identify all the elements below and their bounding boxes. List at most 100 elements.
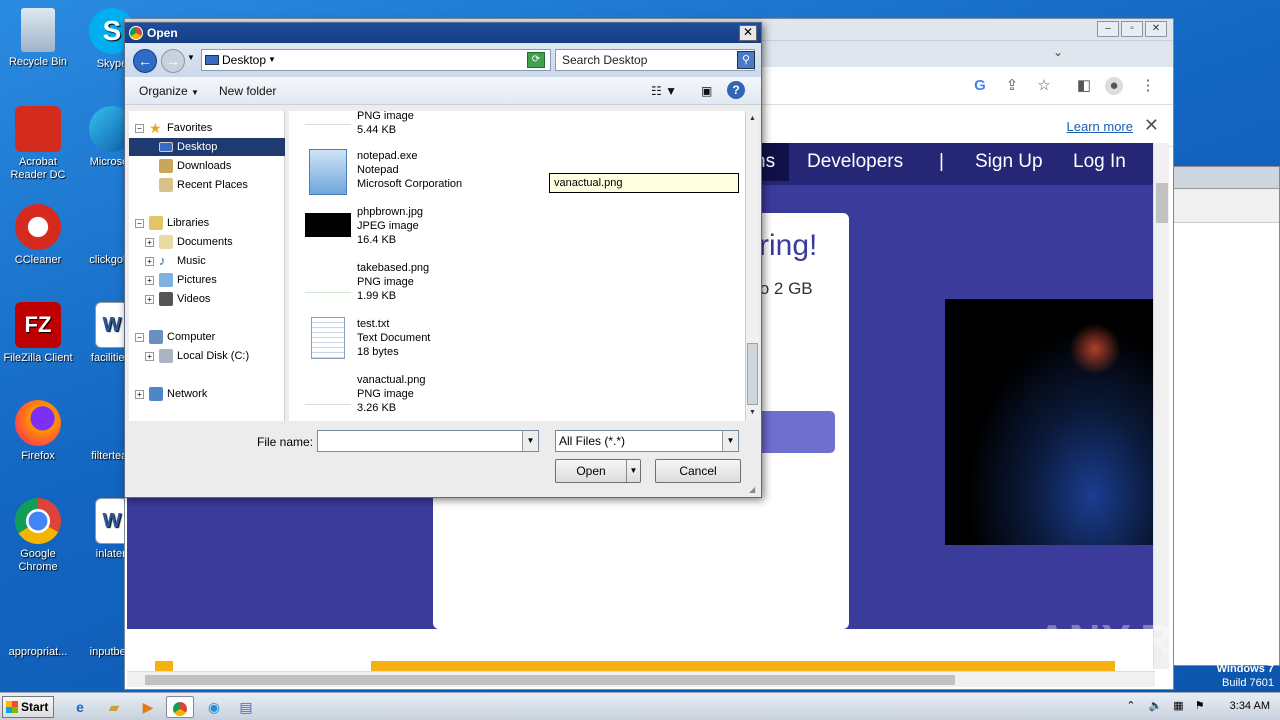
flag-tray-icon[interactable]: ⚑ bbox=[1195, 700, 1205, 712]
nav-downloads[interactable]: Downloads bbox=[129, 157, 285, 175]
media-player-icon[interactable]: ▶ bbox=[134, 696, 162, 718]
back-arrow-icon[interactable]: ← bbox=[133, 49, 157, 73]
bookmark-star-icon[interactable]: ☆ bbox=[1035, 77, 1053, 95]
scrollbar-thumb[interactable] bbox=[145, 675, 955, 685]
expand-icon[interactable]: + bbox=[145, 352, 154, 361]
minimize-icon[interactable]: – bbox=[1097, 21, 1119, 37]
profile-icon[interactable]: ● bbox=[1105, 77, 1123, 95]
nav-pictures[interactable]: + Pictures bbox=[129, 271, 285, 289]
expand-icon[interactable]: + bbox=[145, 276, 154, 285]
forward-arrow-icon[interactable]: → bbox=[161, 49, 185, 73]
search-input[interactable]: Search Desktop bbox=[555, 49, 755, 71]
page-horizontal-scrollbar[interactable] bbox=[127, 671, 1155, 687]
path-box[interactable]: Desktop ▼ ▼ bbox=[201, 49, 551, 71]
desktop-icon-firefox[interactable]: Firefox bbox=[0, 400, 76, 463]
nav-favorites[interactable]: − ★ Favorites bbox=[129, 119, 285, 137]
edge-taskbar-icon[interactable]: ◉ bbox=[200, 696, 228, 718]
nav-label: Videos bbox=[177, 293, 211, 305]
desktop-icon-appropriat[interactable]: appropriat... bbox=[0, 596, 76, 659]
refresh-icon[interactable]: ⟳ bbox=[527, 52, 545, 68]
scroll-up-icon[interactable]: ▲ bbox=[747, 113, 758, 125]
file-name-input[interactable]: ▼ bbox=[317, 430, 539, 452]
file-item[interactable]: takebased.png PNG image 1.99 KB bbox=[305, 261, 605, 315]
file-item[interactable]: vanactual.png PNG image 3.26 KB bbox=[305, 373, 605, 427]
google-icon[interactable]: G bbox=[971, 77, 989, 95]
new-folder-button[interactable]: New folder bbox=[219, 84, 276, 98]
nav-videos[interactable]: + Videos bbox=[129, 290, 285, 308]
nav-local-disk[interactable]: + Local Disk (C:) bbox=[129, 347, 285, 365]
file-type-value: All Files (*.*) bbox=[559, 434, 626, 448]
file-name: phpbrown.jpg bbox=[357, 206, 424, 218]
desktop-icon-ccleaner[interactable]: CCleaner bbox=[0, 204, 76, 267]
expand-icon[interactable]: + bbox=[145, 295, 154, 304]
history-dropdown-icon[interactable]: ▼ bbox=[187, 53, 195, 62]
ie-icon[interactable]: e bbox=[66, 696, 94, 718]
nav-libraries[interactable]: − Libraries bbox=[129, 214, 285, 232]
scrollbar-thumb[interactable] bbox=[1156, 183, 1168, 223]
rename-input[interactable]: vanactual.png bbox=[549, 173, 739, 193]
tray-expand-icon[interactable]: ⌃ bbox=[1126, 700, 1135, 712]
chevron-down-icon[interactable]: ▼ bbox=[722, 431, 738, 451]
explorer-icon[interactable]: ▰ bbox=[100, 696, 128, 718]
expand-icon[interactable]: + bbox=[145, 257, 154, 266]
chevron-down-icon[interactable]: ▼ bbox=[522, 431, 538, 451]
desktop-folder-icon bbox=[205, 55, 219, 65]
resize-grip-icon[interactable]: ◢ bbox=[749, 485, 759, 495]
file-item[interactable]: phpbrown.jpg JPEG image 16.4 KB bbox=[305, 205, 605, 259]
search-icon[interactable]: ⚲ bbox=[737, 51, 755, 69]
expand-icon[interactable]: + bbox=[135, 390, 144, 399]
file-item[interactable]: PNG image 5.44 KB bbox=[305, 101, 605, 155]
help-icon[interactable]: ? bbox=[727, 81, 745, 99]
nav-desktop[interactable]: Desktop bbox=[129, 138, 285, 156]
desktop-icon-acrobat[interactable]: Acrobat Reader DC bbox=[0, 106, 76, 182]
scroll-down-icon[interactable]: ▼ bbox=[747, 407, 758, 419]
open-dropdown-icon[interactable]: ▼ bbox=[626, 460, 640, 482]
close-icon[interactable]: ✕ bbox=[1144, 115, 1159, 136]
open-button[interactable]: Open ▼ bbox=[555, 459, 641, 483]
close-icon[interactable]: ✕ bbox=[1145, 21, 1167, 37]
nav-recent-places[interactable]: Recent Places bbox=[129, 176, 285, 194]
file-item[interactable]: test.txt Text Document 18 bytes bbox=[305, 317, 605, 371]
desktop-icon-label: appropriat... bbox=[8, 646, 68, 658]
nav-network[interactable]: + Network bbox=[129, 385, 285, 403]
learn-more-link[interactable]: Learn more bbox=[1067, 119, 1133, 134]
desktop-icon-chrome[interactable]: Google Chrome bbox=[0, 498, 76, 574]
nav-link-login[interactable]: Log In bbox=[1073, 151, 1126, 173]
nav-link-signup[interactable]: Sign Up bbox=[975, 151, 1043, 173]
expand-icon[interactable]: + bbox=[145, 238, 154, 247]
side-panel-icon[interactable]: ◧ bbox=[1075, 77, 1093, 95]
collapse-icon[interactable]: − bbox=[135, 124, 144, 133]
file-list-scrollbar[interactable]: ▲ ▼ bbox=[745, 111, 759, 421]
nav-link-developers[interactable]: Developers bbox=[807, 151, 903, 173]
chrome-icon bbox=[129, 26, 143, 40]
dialog-taskbar-icon[interactable]: ▤ bbox=[232, 696, 260, 718]
nav-documents[interactable]: + Documents bbox=[129, 233, 285, 251]
scrollbar-thumb[interactable] bbox=[747, 343, 758, 405]
clock[interactable]: 3:34 AM bbox=[1230, 700, 1270, 712]
collapse-icon[interactable]: − bbox=[135, 333, 144, 342]
volume-icon[interactable]: 🔈 bbox=[1148, 700, 1162, 712]
chrome-taskbar-icon[interactable] bbox=[166, 696, 194, 718]
share-icon[interactable]: ⇪ bbox=[1003, 77, 1021, 95]
desktop-icon-recycle-bin[interactable]: Recycle Bin bbox=[0, 8, 76, 69]
desktop-icon-label: CCleaner bbox=[14, 254, 62, 266]
network-tray-icon[interactable]: ▦ bbox=[1173, 700, 1183, 712]
start-button[interactable]: Start bbox=[2, 696, 54, 718]
png-thumbnail-icon bbox=[305, 269, 351, 293]
file-type-select[interactable]: All Files (*.*) ▼ bbox=[555, 430, 739, 452]
organize-button[interactable]: Organize ▼ bbox=[139, 84, 199, 98]
cancel-button[interactable]: Cancel bbox=[655, 459, 741, 483]
nav-computer[interactable]: − Computer bbox=[129, 328, 285, 346]
tab-search-chevron-icon[interactable]: ⌄ bbox=[1053, 45, 1063, 59]
search-placeholder: Search Desktop bbox=[562, 53, 648, 67]
collapse-icon[interactable]: − bbox=[135, 219, 144, 228]
maximize-icon[interactable]: ▫ bbox=[1121, 21, 1143, 37]
close-icon[interactable]: ✕ bbox=[739, 25, 757, 41]
desktop-icon-filezilla[interactable]: FZ FileZilla Client bbox=[0, 302, 76, 365]
preview-pane-icon[interactable]: ▣ bbox=[701, 84, 712, 98]
page-vertical-scrollbar[interactable] bbox=[1153, 143, 1169, 669]
path-chevron-icon[interactable]: ▼ bbox=[268, 50, 276, 70]
view-options-icon[interactable]: ☷ ▼ bbox=[651, 84, 677, 98]
nav-music[interactable]: + ♪ Music bbox=[129, 252, 285, 270]
menu-icon[interactable]: ⋮ bbox=[1139, 77, 1157, 95]
